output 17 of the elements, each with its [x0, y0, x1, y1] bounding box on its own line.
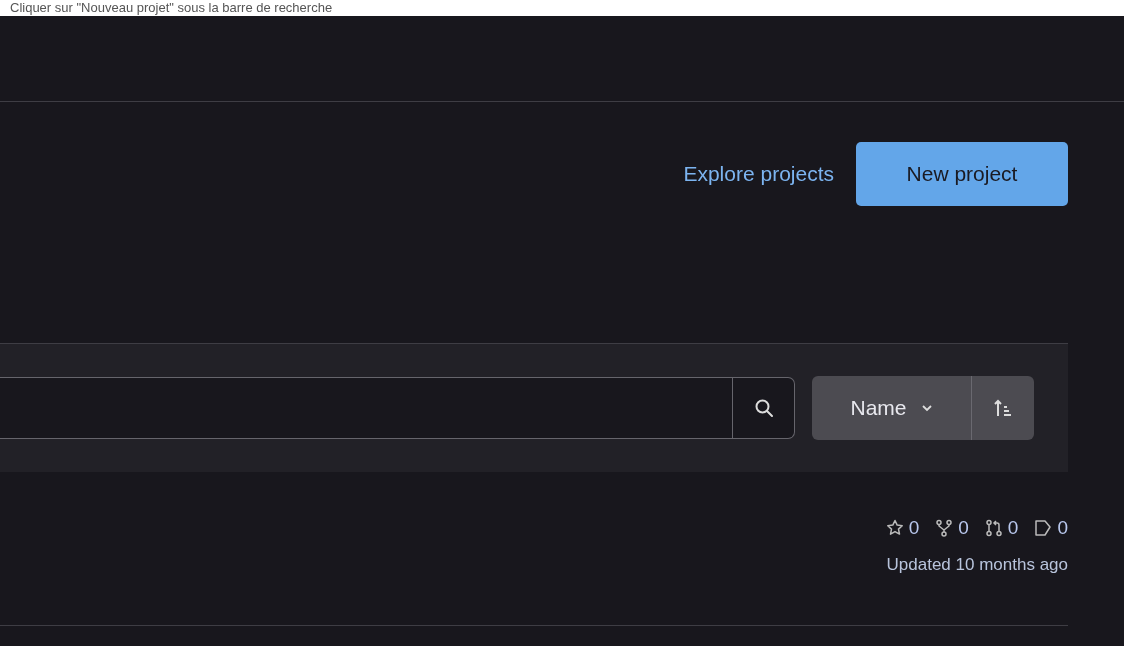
search-icon — [753, 398, 774, 418]
stat-count: 0 — [1057, 517, 1068, 539]
issue-icon — [1034, 519, 1053, 537]
stat-count: 0 — [958, 517, 969, 539]
star-icon — [885, 519, 904, 537]
merge-request-icon — [984, 519, 1003, 537]
fork-icon — [935, 519, 954, 537]
stat-count: 0 — [1007, 517, 1019, 539]
search-field[interactable] — [0, 377, 795, 439]
updated-time: Updated 10 months ago — [886, 555, 1068, 575]
stat-count: 0 — [908, 517, 920, 539]
new-project-button[interactable]: New project — [856, 142, 1068, 206]
sort-dropdown[interactable]: Name — [812, 376, 972, 440]
sort-ascending-icon — [994, 399, 1012, 417]
caption-text: Cliquer sur "Nouveau projet" sous la barre de recherche — [10, 0, 333, 15]
chevron-down-icon — [920, 404, 933, 412]
explore-projects-link[interactable]: Explore projects — [683, 162, 834, 186]
